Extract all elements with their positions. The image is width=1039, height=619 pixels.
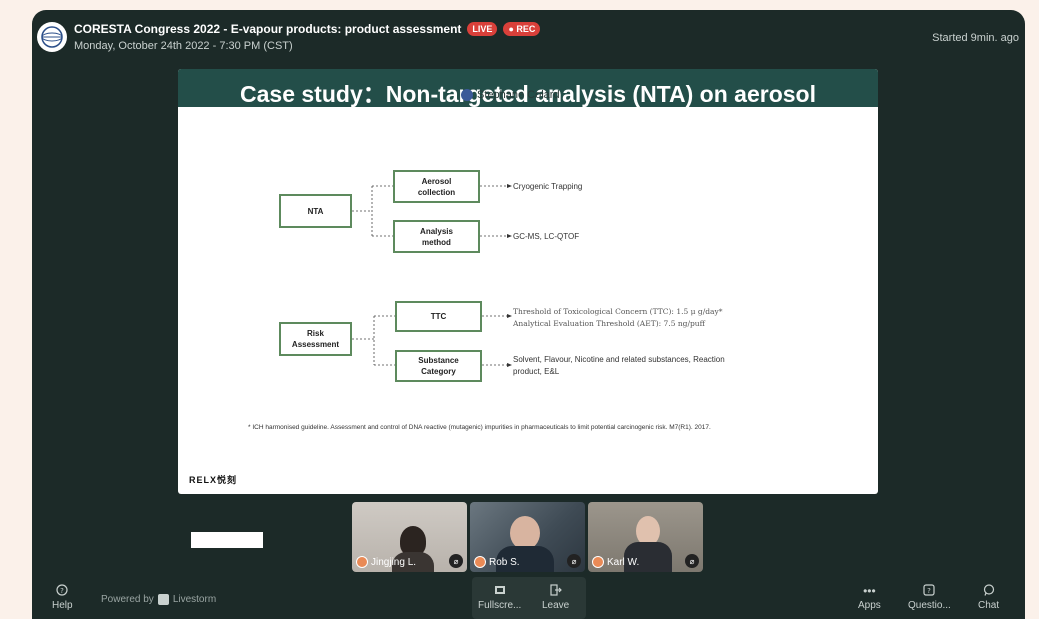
aerosol-collection-box: Aerosol collection (393, 170, 480, 203)
help-button[interactable]: ? Help (52, 584, 73, 611)
participant-tile[interactable]: Jingjing L. ⌀ (352, 502, 467, 572)
muted-mic-icon: ⌀ (449, 554, 463, 568)
live-badge: LIVE (467, 22, 498, 36)
participant-avatar (474, 556, 486, 568)
svg-text:?: ? (928, 587, 932, 595)
participant-label: Karl W. (592, 556, 639, 568)
leave-icon (549, 584, 563, 598)
blank-rectangle (191, 532, 263, 548)
event-title-text: CORESTA Congress 2022 - E-vapour product… (74, 22, 462, 36)
chat-icon (982, 584, 996, 598)
apps-label: Apps (858, 600, 881, 611)
event-title: CORESTA Congress 2022 - E-vapour product… (74, 22, 541, 36)
brand-logo: RELX悦刻 (189, 475, 238, 485)
participant-tile[interactable]: Rob S. ⌀ (470, 502, 585, 572)
leave-label: Leave (542, 600, 570, 611)
chat-label: Chat (978, 600, 1000, 611)
note-substance-line1: Solvent, Flavour, Nicotine and related s… (513, 355, 725, 364)
note-ttc-line2: Analytical Evaluation Threshold (AET): 7… (513, 319, 705, 328)
shared-slide: Case study：Non-targeted analysis (NTA) o… (178, 69, 878, 494)
fullscreen-button[interactable]: Fullscre... (478, 584, 521, 611)
muted-mic-icon: ⌀ (567, 554, 581, 568)
participant-tile[interactable]: Karl W. ⌀ (588, 502, 703, 572)
questions-button[interactable]: ? Questio... (908, 584, 951, 611)
started-time: Started 9min. ago (932, 32, 1019, 44)
help-circle-icon: ? (55, 584, 69, 598)
event-datetime: Monday, October 24th 2022 - 7:30 PM (CST… (74, 40, 293, 52)
note-cryogenic: Cryogenic Trapping (513, 182, 583, 191)
question-icon: ? (922, 584, 936, 598)
muted-mic-icon: ⌀ (685, 554, 699, 568)
participant-avatar (356, 556, 368, 568)
analysis-method-box: Analysis method (393, 220, 480, 253)
webinar-window: CORESTA Congress 2022 - E-vapour product… (32, 10, 1025, 619)
livestorm-logo-icon (157, 594, 169, 605)
participant-label: Rob S. (474, 556, 520, 568)
note-gcms: GC-MS, LC-QTOF (513, 232, 580, 241)
leave-button[interactable]: Leave (542, 584, 569, 611)
questions-label: Questio... (908, 600, 951, 611)
event-logo (37, 22, 67, 52)
fullscreen-icon (493, 584, 507, 598)
participant-label: Jingjing L. (356, 556, 416, 568)
more-dots-icon: ••• (863, 584, 876, 598)
page-edge (1025, 0, 1039, 619)
svg-text:?: ? (60, 587, 64, 595)
note-substance-line2: product, E&L (513, 367, 560, 376)
apps-button[interactable]: ••• Apps (858, 584, 881, 611)
substance-category-box: Substance Category (395, 350, 482, 382)
help-label: Help (52, 600, 73, 611)
chat-button[interactable]: Chat (978, 584, 999, 611)
slide-footnote: * ICH harmonised guideline. Assessment a… (248, 424, 711, 431)
rec-badge: ● REC (503, 22, 541, 36)
risk-assessment-box: Risk Assessment (279, 322, 352, 356)
ttc-box: TTC (395, 301, 482, 332)
nta-box: NTA (279, 194, 352, 228)
participant-name: Rob S. (489, 556, 520, 568)
powered-by[interactable]: Powered by Livestorm (101, 594, 216, 605)
participant-avatar (592, 556, 604, 568)
participant-name: Jingjing L. (371, 556, 417, 568)
fullscreen-label: Fullscre... (478, 600, 522, 611)
note-ttc-line1: Threshold of Toxicological Concern (TTC)… (513, 307, 723, 316)
participant-name: Karl W. (607, 556, 640, 568)
